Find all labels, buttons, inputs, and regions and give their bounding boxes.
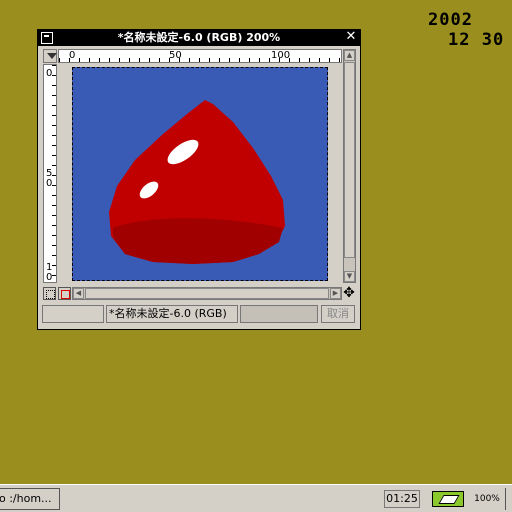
close-icon[interactable]: ✕	[345, 30, 357, 43]
vertical-ruler: 0 5 0 1 0	[43, 64, 57, 283]
status-image-name: *名称未設定-6.0 (RGB)	[106, 305, 238, 323]
date-year: 2002	[428, 10, 473, 30]
navigate-icon[interactable]: ✥	[342, 286, 356, 300]
scroll-right-icon[interactable]: ▶	[330, 288, 341, 299]
desktop-date: 2002 12 30	[428, 10, 504, 50]
image-window[interactable]: *名称未設定-6.0 (RGB) 200% ✕ 0 50 100 0 5 0 1…	[37, 29, 361, 330]
status-bar: *名称未設定-6.0 (RGB) 取消	[42, 303, 356, 325]
horizontal-scrollbar[interactable]: ◀ ▶	[72, 287, 342, 300]
horizontal-ruler: 0 50 100	[58, 49, 342, 63]
image-menu-button[interactable]	[43, 49, 57, 63]
taskbar-edge	[505, 488, 512, 510]
window-titlebar[interactable]: *名称未設定-6.0 (RGB) 200% ✕	[38, 30, 360, 46]
scroll-down-icon[interactable]: ▼	[344, 271, 355, 282]
scroll-up-icon[interactable]: ▲	[344, 50, 355, 61]
image-canvas[interactable]	[72, 67, 328, 281]
canvas-drawing	[73, 68, 327, 280]
pointer-coords	[42, 305, 104, 323]
taskbar-task-button[interactable]: o :/hom...	[0, 488, 60, 510]
vertical-scroll-thumb[interactable]	[344, 62, 355, 258]
taskbar-clock[interactable]: 01:25	[384, 490, 420, 508]
vruler-label: 5 0	[46, 168, 53, 189]
vertical-scrollbar[interactable]: ▲ ▼	[343, 49, 356, 283]
hruler-label: 0	[69, 50, 76, 61]
vruler-label: 1 0	[46, 262, 53, 283]
cancel-button[interactable]: 取消	[321, 305, 355, 323]
battery-percent: 100%	[474, 494, 500, 504]
taskbar: o :/hom... 01:25 100%	[0, 484, 512, 512]
battery-icon[interactable]	[432, 491, 464, 507]
horizontal-scroll-thumb[interactable]	[85, 288, 329, 299]
hruler-label: 100	[271, 50, 291, 61]
window-menu-icon[interactable]	[41, 32, 53, 44]
window-title: *名称未設定-6.0 (RGB) 200%	[117, 31, 281, 44]
date-monthday: 12 30	[448, 30, 505, 50]
progress-bar	[240, 305, 318, 323]
hruler-label: 50	[169, 50, 182, 61]
scroll-left-icon[interactable]: ◀	[73, 288, 84, 299]
quick-mask-off-icon[interactable]	[43, 287, 56, 300]
vruler-label: 0	[46, 68, 53, 79]
quick-mask-on-icon[interactable]	[58, 287, 71, 300]
